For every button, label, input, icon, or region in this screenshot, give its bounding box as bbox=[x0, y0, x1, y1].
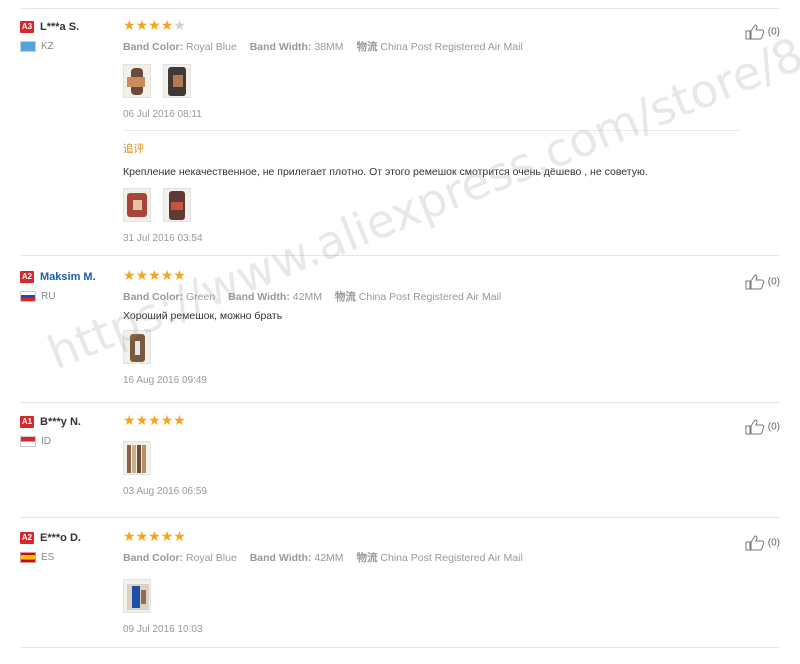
reviewer-country: ES bbox=[20, 552, 120, 563]
review-date: 03 Aug 2016 06:59 bbox=[123, 486, 207, 497]
additional-images bbox=[123, 188, 740, 222]
reviewer: A2 Maksim M. RU bbox=[20, 268, 120, 302]
flag-icon bbox=[20, 552, 36, 563]
review-image-thumb[interactable] bbox=[123, 188, 151, 222]
reviewer-country: RU bbox=[20, 291, 120, 302]
review-date: 09 Jul 2016 10:03 bbox=[123, 624, 203, 635]
buyer-level-badge: A2 bbox=[20, 531, 34, 544]
review-text: Хороший ремешок, можно брать bbox=[123, 310, 283, 322]
thumbs-up-icon bbox=[745, 274, 765, 290]
flag-icon bbox=[20, 41, 36, 52]
helpful-button[interactable]: (0) bbox=[745, 535, 780, 551]
star-icon: ★ bbox=[160, 17, 174, 33]
thumbs-up-icon bbox=[745, 535, 765, 551]
star-icon: ★ bbox=[148, 17, 161, 33]
helpful-button[interactable]: (0) bbox=[745, 419, 780, 435]
review-image-thumb[interactable] bbox=[123, 579, 151, 613]
review-date: 16 Aug 2016 09:49 bbox=[123, 375, 207, 386]
reviewer: A1 B***y N. ID bbox=[20, 413, 120, 447]
review-images bbox=[123, 579, 740, 613]
top-divider bbox=[20, 8, 780, 9]
review-image-thumb[interactable] bbox=[123, 330, 151, 364]
star-icon: ★ bbox=[135, 528, 149, 544]
star-icon: ★ bbox=[135, 412, 149, 428]
reviewer-name-link[interactable]: Maksim M. bbox=[40, 271, 96, 283]
review-body: ★★★★★ Band Color: Royal Blue Band Width:… bbox=[123, 529, 740, 635]
star-icon: ★ bbox=[160, 267, 174, 283]
star-rating: ★★★★★ bbox=[123, 413, 740, 427]
review-item: A2 Maksim M. RU ★★★★★ Band Color: Green B… bbox=[20, 268, 780, 403]
order-attributes: Band Color: Green Band Width: 42MM 物流 Ch… bbox=[123, 291, 502, 303]
star-icon: ★ bbox=[123, 267, 136, 283]
buyer-level-badge: A2 bbox=[20, 270, 34, 283]
helpful-count: (0) bbox=[767, 276, 780, 288]
reviewer-name: B***y N. bbox=[40, 415, 81, 428]
reviewer: A3 L***a S. KZ bbox=[20, 18, 120, 52]
review-image-thumb[interactable] bbox=[123, 64, 151, 98]
additional-feedback-text: Крепление некачественное, не прилегает п… bbox=[123, 166, 648, 178]
review-body: ★★★★★ Band Color: Green Band Width: 42MM… bbox=[123, 268, 740, 386]
review-image-thumb[interactable] bbox=[163, 188, 192, 222]
reviewer-name: L***a S. bbox=[40, 20, 80, 33]
star-icon: ★ bbox=[160, 528, 174, 544]
star-icon: ★ bbox=[160, 412, 174, 428]
helpful-count: (0) bbox=[767, 537, 780, 549]
additional-feedback: 追评 Крепление некачественное, не прилегае… bbox=[123, 130, 740, 244]
star-icon: ★ bbox=[123, 17, 136, 33]
order-attributes: Band Color: Royal Blue Band Width: 42MM … bbox=[123, 552, 523, 564]
helpful-count: (0) bbox=[767, 26, 780, 38]
star-rating: ★★★★★ bbox=[123, 529, 740, 543]
review-image-thumb[interactable] bbox=[123, 441, 151, 475]
star-rating: ★★★★★ bbox=[123, 268, 740, 282]
thumbs-up-icon bbox=[745, 24, 765, 40]
review-body: ★★★★★ 03 Aug 2016 06:59 bbox=[123, 413, 740, 497]
order-attributes: Band Color: Royal Blue Band Width: 38MM … bbox=[123, 41, 523, 53]
thumbs-up-icon bbox=[745, 419, 765, 435]
star-icon: ★ bbox=[173, 17, 186, 33]
flag-icon bbox=[20, 291, 36, 302]
helpful-button[interactable]: (0) bbox=[745, 24, 780, 40]
review-body: ★★★★★ Band Color: Royal Blue Band Width:… bbox=[123, 18, 740, 244]
reviewer-country: ID bbox=[20, 436, 120, 447]
reviewer-country: KZ bbox=[20, 41, 120, 52]
helpful-count: (0) bbox=[767, 421, 780, 433]
additional-feedback-date: 31 Jul 2016 03:54 bbox=[123, 233, 203, 244]
star-icon: ★ bbox=[135, 267, 149, 283]
star-icon: ★ bbox=[148, 528, 161, 544]
additional-feedback-title: 追评 bbox=[123, 143, 144, 155]
star-icon: ★ bbox=[123, 412, 136, 428]
helpful-button[interactable]: (0) bbox=[745, 274, 780, 290]
review-item: A2 E***o D. ES ★★★★★ Band Color: Royal Bl… bbox=[20, 529, 780, 648]
review-images bbox=[123, 330, 740, 364]
star-icon: ★ bbox=[148, 267, 161, 283]
star-icon: ★ bbox=[173, 267, 186, 283]
review-images bbox=[123, 441, 740, 475]
reviewer-name: E***o D. bbox=[40, 531, 81, 544]
review-item: A1 B***y N. ID ★★★★★ 03 Aug 2016 06:59 (0… bbox=[20, 413, 780, 518]
reviewer: A2 E***o D. ES bbox=[20, 529, 120, 563]
review-item: A3 L***a S. KZ ★★★★★ Band Color: Royal Bl… bbox=[20, 18, 780, 256]
star-icon: ★ bbox=[173, 412, 186, 428]
review-image-thumb[interactable] bbox=[163, 64, 192, 98]
buyer-level-badge: A3 bbox=[20, 20, 34, 33]
star-icon: ★ bbox=[135, 17, 149, 33]
buyer-level-badge: A1 bbox=[20, 415, 34, 428]
star-icon: ★ bbox=[173, 528, 186, 544]
star-rating: ★★★★★ bbox=[123, 18, 740, 32]
star-icon: ★ bbox=[123, 528, 136, 544]
review-images bbox=[123, 64, 740, 98]
star-icon: ★ bbox=[148, 412, 161, 428]
flag-icon bbox=[20, 436, 36, 447]
review-date: 06 Jul 2016 08:11 bbox=[123, 109, 202, 120]
